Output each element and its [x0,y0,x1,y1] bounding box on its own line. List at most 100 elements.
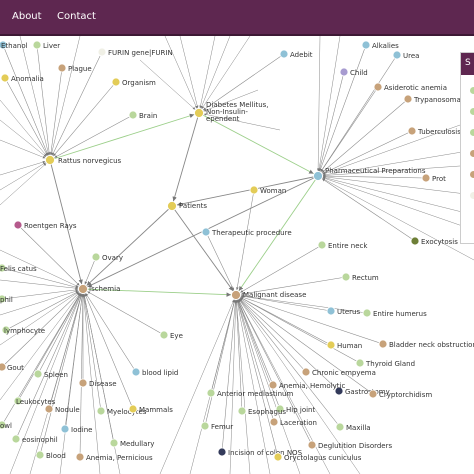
hub-node-rattus[interactable]: Rattus norvegicus [45,155,122,166]
node-woman[interactable]: Woman [249,185,286,195]
node-dot[interactable] [341,272,351,282]
node-anterior-mediastinum[interactable]: Anterior mediastinum [206,388,293,398]
node-eye[interactable]: Eye [159,330,183,340]
node-owl[interactable]: owl [0,420,12,430]
node-laceration[interactable]: Laceration [269,417,317,427]
node-eosinophil[interactable]: eosinophil [11,434,58,444]
nav-contact-link[interactable]: Contact [57,11,96,22]
node-oryctolagus-cuniculus[interactable]: Oryctolagus cuniculus [273,452,362,462]
node-dot[interactable] [361,40,371,50]
node-dot[interactable] [355,358,365,368]
node-dot[interactable] [249,185,259,195]
node-disease[interactable]: Disease [78,378,117,388]
legend-swatch-tan[interactable] [470,150,474,157]
node-ethanol[interactable]: Ethanol [0,40,28,50]
node-dot[interactable] [11,434,21,444]
node-lymphocyte[interactable]: lymphocyte [1,325,45,335]
node-nodule[interactable]: Nodule [44,404,80,414]
node-dot[interactable] [128,110,138,120]
node-dot[interactable] [368,389,378,399]
node-dot[interactable] [301,367,311,377]
node-roentgen-rays[interactable]: Roentgen Rays [13,220,77,230]
node-dot[interactable] [362,308,372,318]
node-dot[interactable] [217,447,227,457]
node-dot[interactable] [231,290,241,300]
node-adebit[interactable]: Adebit [279,49,313,59]
node-dot[interactable] [109,438,119,448]
node-dot[interactable] [206,388,216,398]
node-iodine[interactable]: Iodine [60,424,92,434]
node-medullary[interactable]: Medullary [109,438,154,448]
node-trypanosoma[interactable]: Trypanosoma [403,94,461,104]
node-plague[interactable]: Plague [57,63,92,73]
legend-swatch-white[interactable] [470,192,474,199]
node-dot[interactable] [407,126,417,136]
node-ovary[interactable]: Ovary [91,252,123,262]
node-dot[interactable] [75,452,85,462]
node-felis-catus[interactable]: Felis catus [0,263,37,273]
node-liver[interactable]: Liver [32,40,60,50]
node-dot[interactable] [200,421,210,431]
node-exocytosis[interactable]: Exocytosis [410,236,458,246]
nav-about-link[interactable]: About [12,11,42,22]
node-dot[interactable] [268,380,278,390]
node-dot[interactable] [326,340,336,350]
node-alkalies[interactable]: Alkalies [361,40,399,50]
legend-swatch-green[interactable] [470,108,474,115]
node-dot[interactable] [111,77,121,87]
node-femur[interactable]: Femur [200,421,233,431]
node-organism[interactable]: Organism [111,77,156,87]
node-dot[interactable] [97,47,107,57]
knowledge-graph[interactable]: Ethanol Liver Plague Anomalia FURIN gene|FUR… [0,36,474,474]
node-therapeutic-procedure[interactable]: Therapeutic procedure [201,227,292,237]
node-dot[interactable] [60,424,70,434]
node-entire-humerus[interactable]: Entire humerus [362,308,427,318]
node-brain[interactable]: Brain [128,110,157,120]
hub-node-malignant[interactable]: Malignant disease [231,290,307,300]
node-dot[interactable] [44,404,54,414]
legend-swatch-tan[interactable] [470,171,474,178]
hub-node-ischemia[interactable]: Ischemia [78,284,121,294]
node-dot[interactable] [269,417,279,427]
node-asiderotic-anemia[interactable]: Asiderotic anemia [373,82,447,92]
node-dot[interactable] [317,240,327,250]
node-maxilla[interactable]: Maxilla [335,422,371,432]
legend-swatch-green[interactable] [470,129,474,136]
hub-node-patients[interactable]: Patients [167,201,208,211]
node-prot[interactable]: Prot [421,173,446,183]
node-dot[interactable] [378,339,388,349]
node-dot[interactable] [373,82,383,92]
node-dot[interactable] [326,306,336,316]
node-dot[interactable] [13,220,23,230]
node-dot[interactable] [167,201,177,211]
node-dot[interactable] [128,404,138,414]
node-dot[interactable] [35,450,45,460]
node-dot[interactable] [57,63,67,73]
node-blood[interactable]: Blood [35,450,66,460]
node-bladder-neck-obstruction[interactable]: Bladder neck obstruction [378,339,474,349]
hub-node-pharma[interactable]: Pharmaceutical Preparations [313,167,426,181]
node-dot[interactable] [410,236,420,246]
node-anemia-hemolytic[interactable]: Anemia, Hemolytic [268,380,345,390]
node-thyroid-gland[interactable]: Thyroid Gland [355,358,415,368]
node-dot[interactable] [273,452,283,462]
node-uterus[interactable]: Uterus [326,306,360,316]
node-dot[interactable] [237,406,247,416]
node-dot[interactable] [78,284,88,294]
node-dot[interactable] [78,378,88,388]
node-dot[interactable] [33,369,43,379]
node-dot[interactable] [96,406,106,416]
node-dot[interactable] [279,49,289,59]
node-dot[interactable] [32,40,42,50]
hub-node-diabetes[interactable]: Diabetes Mellitus, Non-Insulin-ependent [194,101,269,123]
node-dot[interactable] [0,73,10,83]
node-chronic-empyema[interactable]: Chronic empyema [301,367,376,377]
node-gout[interactable]: Gout [0,362,24,372]
node-dot[interactable] [201,227,211,237]
node-phil[interactable]: phil [0,294,13,304]
node-entire-neck[interactable]: Entire neck [317,240,368,250]
node-dot[interactable] [403,94,413,104]
node-dot[interactable] [392,50,402,60]
node-dot[interactable] [0,362,7,372]
node-blood-lipid[interactable]: blood lipid [131,367,178,377]
